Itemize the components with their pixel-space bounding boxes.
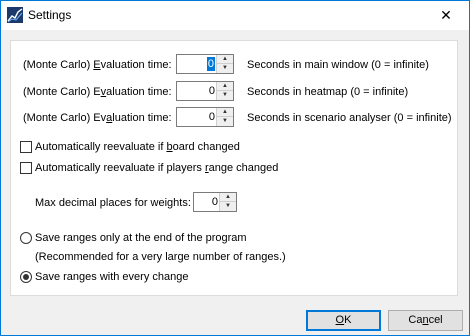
stepper-arrows: ▲ ▼ xyxy=(216,82,233,100)
eval-row-heatmap: (Monte Carlo) Evaluation time: 0 ▲ ▼ Sec… xyxy=(11,81,457,103)
app-chart-icon xyxy=(7,7,23,23)
spin-down-icon[interactable]: ▼ xyxy=(217,64,233,73)
reevaluate-range-label[interactable]: Automatically reevaluate if players rang… xyxy=(35,161,278,175)
save-at-end-note: (Recommended for a very large number of … xyxy=(35,251,286,263)
eval-row-scenario: (Monte Carlo) Evaluation time: 0 ▲ ▼ Sec… xyxy=(11,107,457,129)
spin-up-icon[interactable]: ▲ xyxy=(217,82,233,91)
stepper-arrows: ▲ ▼ xyxy=(219,193,236,211)
eval-time-heatmap-stepper[interactable]: 0 ▲ ▼ xyxy=(176,81,234,101)
eval-time-main-value[interactable]: 0 xyxy=(206,57,215,71)
spin-up-icon[interactable]: ▲ xyxy=(220,193,236,202)
stepper-arrows: ▲ ▼ xyxy=(216,108,233,126)
spin-down-icon[interactable]: ▼ xyxy=(220,202,236,211)
decimal-places-value[interactable]: 0 xyxy=(212,195,218,209)
save-at-end-radio[interactable] xyxy=(20,232,32,244)
spin-down-icon[interactable]: ▼ xyxy=(217,91,233,100)
settings-panel: (Monte Carlo) Evaluation time: 0 ▲ ▼ Sec… xyxy=(10,40,458,296)
save-at-end-label[interactable]: Save ranges only at the end of the progr… xyxy=(35,231,247,245)
reevaluate-range-checkbox[interactable] xyxy=(20,162,32,174)
close-icon: ✕ xyxy=(440,7,452,23)
spin-down-icon[interactable]: ▼ xyxy=(217,117,233,126)
title-bar: Settings ✕ xyxy=(1,1,469,30)
reevaluate-board-checkbox[interactable] xyxy=(20,141,32,153)
close-button[interactable]: ✕ xyxy=(423,1,469,30)
eval-time-scenario-stepper[interactable]: 0 ▲ ▼ xyxy=(176,107,234,127)
eval-hint-scenario: Seconds in scenario analyser (0 = infini… xyxy=(247,112,452,124)
eval-time-heatmap-value[interactable]: 0 xyxy=(209,84,215,98)
reevaluate-board-label[interactable]: Automatically reevaluate if board change… xyxy=(35,140,240,154)
window-title: Settings xyxy=(28,8,72,22)
cancel-button[interactable]: Cancel xyxy=(388,310,463,331)
ok-button[interactable]: OK xyxy=(306,310,381,331)
spin-up-icon[interactable]: ▲ xyxy=(217,108,233,117)
eval-time-main-stepper[interactable]: 0 ▲ ▼ xyxy=(176,54,234,74)
eval-label-main: (Monte Carlo) Evaluation time: xyxy=(23,59,172,71)
dialog-content: (Monte Carlo) Evaluation time: 0 ▲ ▼ Sec… xyxy=(1,30,469,335)
eval-hint-main: Seconds in main window (0 = infinite) xyxy=(247,59,429,71)
settings-dialog: Settings ✕ (Monte Carlo) Evaluation time… xyxy=(0,0,470,336)
eval-label-heatmap: (Monte Carlo) Evaluation time: xyxy=(23,86,172,98)
eval-time-scenario-value[interactable]: 0 xyxy=(209,110,215,124)
eval-row-main: (Monte Carlo) Evaluation time: 0 ▲ ▼ Sec… xyxy=(11,54,457,76)
decimal-places-label: Max decimal places for weights: xyxy=(35,197,191,209)
save-every-change-label[interactable]: Save ranges with every change xyxy=(35,270,188,284)
radio-selected-dot xyxy=(23,274,29,280)
eval-label-scenario: (Monte Carlo) Evaluation time: xyxy=(23,112,172,124)
decimal-places-stepper[interactable]: 0 ▲ ▼ xyxy=(193,192,237,212)
eval-hint-heatmap: Seconds in heatmap (0 = infinite) xyxy=(247,86,409,98)
stepper-arrows: ▲ ▼ xyxy=(216,55,233,73)
spin-up-icon[interactable]: ▲ xyxy=(217,55,233,64)
save-every-change-radio[interactable] xyxy=(20,271,32,283)
